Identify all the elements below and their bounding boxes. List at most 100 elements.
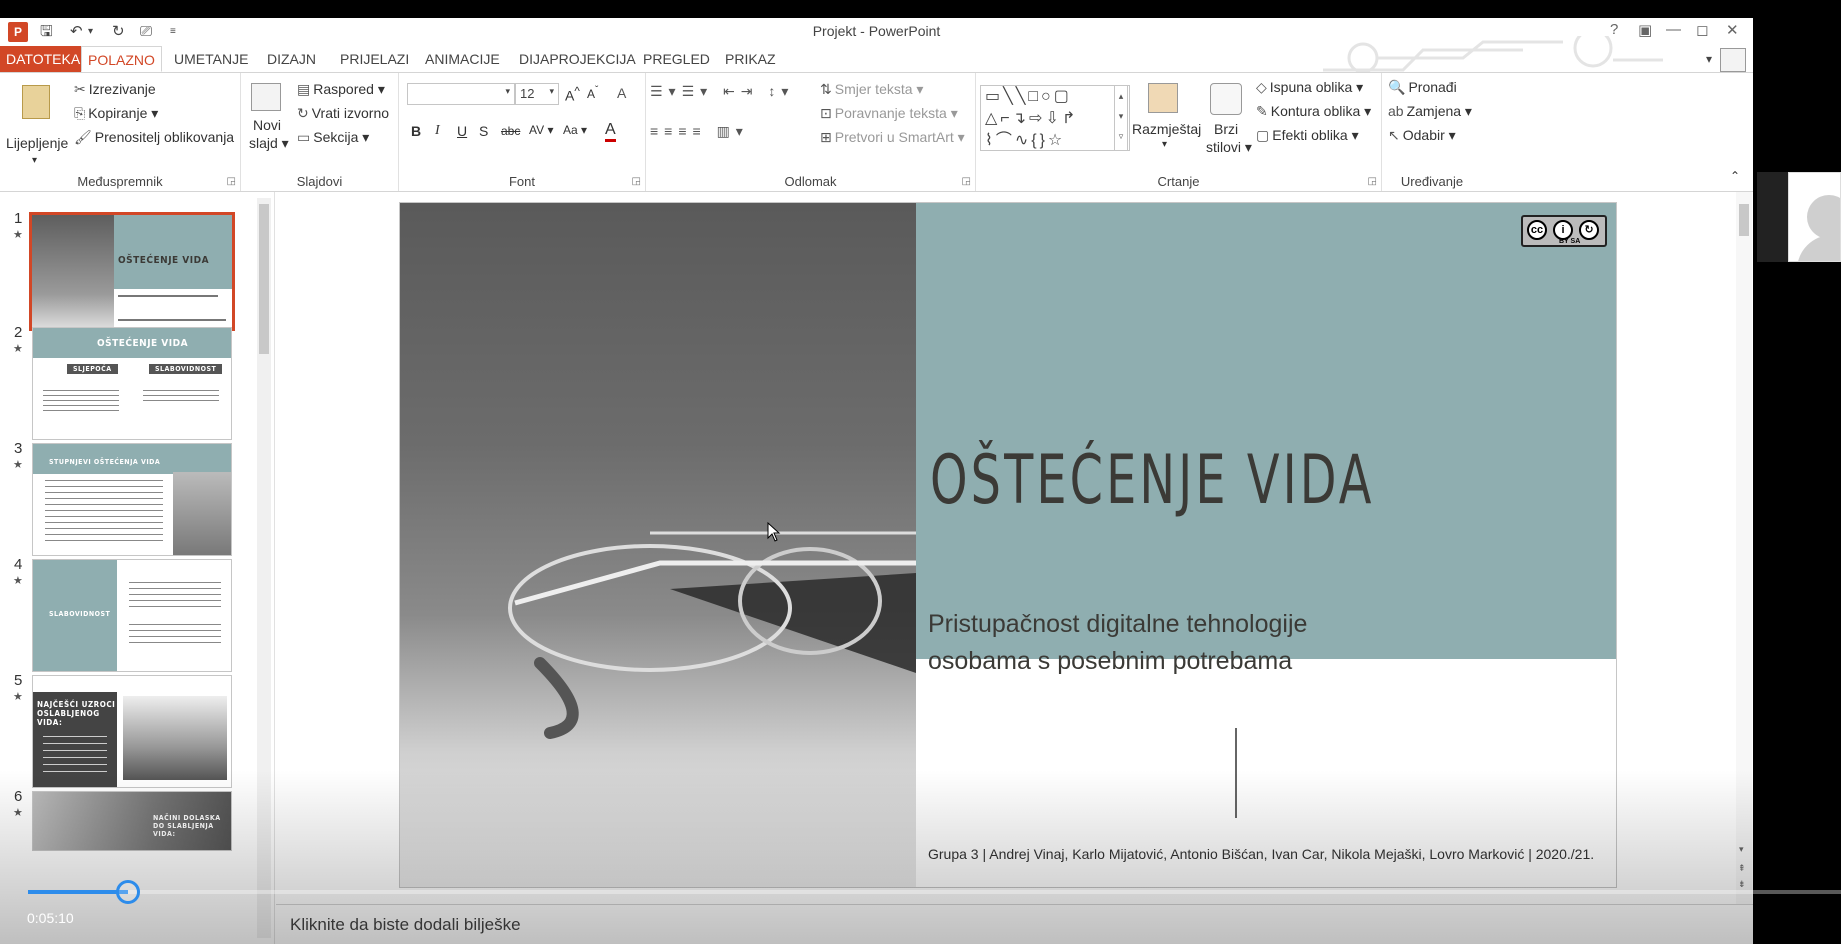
grow-font-button[interactable]: A^ xyxy=(565,85,580,104)
quick-styles-dropdown[interactable]: stilovi ▾ xyxy=(1206,139,1252,156)
shape-outline-button[interactable]: ✎ Kontura oblika ▾ xyxy=(1256,103,1371,120)
tab-transitions[interactable]: PRIJELAZI xyxy=(334,46,415,72)
tab-home[interactable]: POLAZNO xyxy=(81,46,162,72)
account-avatar-icon[interactable] xyxy=(1720,48,1746,72)
layout-button[interactable]: ▤ Raspored ▾ xyxy=(297,81,385,98)
slide-title[interactable]: OŠTEĆENJE VIDA xyxy=(930,441,1374,520)
shape-effects-button[interactable]: ▢ Efekti oblika ▾ xyxy=(1256,127,1359,144)
arrange-button[interactable]: Razmještaj xyxy=(1132,121,1201,137)
minimize-button[interactable]: — xyxy=(1666,21,1681,38)
cut-button[interactable]: ✂ Izrezivanje xyxy=(74,81,156,98)
close-button[interactable]: ✕ xyxy=(1726,21,1739,39)
convert-smartart-button[interactable]: ⊞ Pretvori u SmartArt ▾ xyxy=(820,129,965,146)
thumbnails-scroll-thumb[interactable] xyxy=(259,204,269,354)
format-painter-label: Prenositelj oblikovanja xyxy=(94,129,235,145)
quick-styles-button[interactable]: Brzi xyxy=(1214,121,1238,137)
font-color-button[interactable]: A xyxy=(605,121,616,142)
slide-scrollbar[interactable] xyxy=(1736,192,1752,904)
new-slide-button[interactable]: Novi xyxy=(253,117,281,133)
clipboard-group: Lijepljenje ▾ ✂ Izrezivanje ⎘ Kopiranje ▾ … xyxy=(0,73,241,191)
current-slide[interactable]: cc i ↻ BY SA OŠTEĆENJE VIDA Pristupačnos… xyxy=(399,202,1617,888)
quick-styles-icon[interactable] xyxy=(1210,83,1242,115)
font-name-combo[interactable]: ▾ xyxy=(407,83,515,105)
shadow-button[interactable]: S xyxy=(479,123,488,139)
new-slide-icon[interactable] xyxy=(251,83,281,111)
slide-scroll-thumb[interactable] xyxy=(1739,204,1749,236)
text-direction-button[interactable]: ⇅ Smjer teksta ▾ xyxy=(820,81,923,98)
section-button[interactable]: ▭ Sekcija ▾ xyxy=(297,129,369,146)
account-dropdown-icon[interactable]: ▾ xyxy=(1700,46,1718,72)
cut-label: Izrezivanje xyxy=(88,81,156,97)
clear-formatting-button[interactable]: A xyxy=(617,85,629,101)
paragraph-launcher-icon[interactable]: ◲ xyxy=(962,176,971,187)
animation-star-icon: ★ xyxy=(13,343,23,355)
format-painter-icon: 🖌 xyxy=(74,129,92,145)
select-button[interactable]: ↖ Odabir ▾ xyxy=(1388,127,1456,144)
tab-review[interactable]: PREGLED xyxy=(637,46,716,72)
replace-button[interactable]: ab Zamjena ▾ xyxy=(1388,103,1472,120)
slide-subtitle[interactable]: Pristupačnost digitalne tehnologije osob… xyxy=(928,606,1388,680)
shape-fill-label: Ispuna oblika xyxy=(1269,79,1353,95)
align-text-button[interactable]: ⊡ Poravnanje teksta ▾ xyxy=(820,105,958,122)
slide-thumbnail-2[interactable]: OŠTEĆENJE VIDA SLJEPOĆA SLABOVIDNOST xyxy=(32,327,232,440)
ribbon-tabs: DATOTEKA POLAZNO UMETANJE DIZAJN PRIJELA… xyxy=(0,36,1753,74)
character-spacing-button[interactable]: AV ▾ xyxy=(529,123,553,137)
font-launcher-icon[interactable]: ◲ xyxy=(632,176,641,187)
tab-animations[interactable]: ANIMACIJE xyxy=(419,46,506,72)
reset-button[interactable]: ↻ Vrati izvorno xyxy=(297,105,389,122)
maximize-button[interactable]: ◻ xyxy=(1696,21,1708,39)
editing-group-label: Uređivanje xyxy=(1400,174,1464,189)
shrink-font-button[interactable]: Aˇ xyxy=(587,85,598,101)
shape-fill-button[interactable]: ◇ Ispuna oblika ▾ xyxy=(1256,79,1363,96)
scroll-down-icon[interactable]: ▾ xyxy=(1739,844,1744,855)
character-spacing-label: AV xyxy=(529,123,545,137)
slide-thumbnail-1[interactable]: OŠTEĆENJE VIDA xyxy=(29,212,235,331)
find-label: Pronađi xyxy=(1408,79,1457,95)
tab-view[interactable]: PRIKAZ xyxy=(719,46,782,72)
tab-design[interactable]: DIZAJN xyxy=(261,46,322,72)
find-button[interactable]: 🔍 Pronađi xyxy=(1388,79,1457,96)
tab-file[interactable]: DATOTEKA xyxy=(0,46,87,72)
collapse-ribbon-icon[interactable]: ⌃ xyxy=(1730,169,1740,183)
underline-button[interactable]: U xyxy=(457,123,467,139)
new-slide-dropdown[interactable]: slajd ▾ xyxy=(249,135,289,152)
clipboard-launcher-icon[interactable]: ◲ xyxy=(227,176,236,187)
font-size-combo[interactable]: 12 ▾ xyxy=(515,83,559,105)
by-icon: i xyxy=(1553,220,1573,240)
slide-footer[interactable]: Grupa 3 | Andrej Vinaj, Karlo Mijatović,… xyxy=(928,846,1594,862)
paste-dropdown-icon[interactable]: ▾ xyxy=(32,155,37,166)
font-group: ▾ 12 ▾ A^ Aˇ A B I U S abc AV ▾ Aa ▾ A Fo… xyxy=(399,73,646,191)
shapes-gallery[interactable]: ▭╲╲□○▢ △⌐↴⇨⇩↱ ⌇⌒∿{}☆ xyxy=(980,85,1130,151)
tab-insert[interactable]: UMETANJE xyxy=(168,46,254,72)
shapes-gallery-scroll[interactable]: ▴ ▾ ▿ xyxy=(1114,85,1128,151)
alignment-buttons-icon[interactable]: ≡≡≡≡ ▥▾ xyxy=(650,123,749,140)
ribbon: Lijepljenje ▾ ✂ Izrezivanje ⎘ Kopiranje ▾ … xyxy=(0,72,1753,192)
arrange-icon[interactable] xyxy=(1148,83,1178,113)
tab-slideshow[interactable]: DIJAPROJEKCIJA xyxy=(513,46,642,72)
list-buttons-icon[interactable]: ☰▾☰▾ ⇤⇥ ↕▾ xyxy=(650,83,794,100)
binoculars-icon: 🔍 xyxy=(1388,79,1406,95)
powerpoint-window: P 🖫 ↶ ▾ ↻ ⎚ ≡ Projekt - PowerPoint ? ▣ —… xyxy=(0,18,1753,944)
video-progress-track[interactable] xyxy=(28,890,1841,894)
slide-thumbnail-6[interactable]: NAČINI DOLASKA DO SLABLJENJA VIDA: xyxy=(32,791,232,851)
video-progress-knob[interactable] xyxy=(115,880,140,904)
format-painter-button[interactable]: 🖌 Prenositelj oblikovanja xyxy=(74,129,234,146)
video-time: 0:05:10 xyxy=(27,910,74,926)
paste-button[interactable]: Lijepljenje xyxy=(6,135,68,151)
slide-thumbnail-4[interactable]: SLABOVIDNOST xyxy=(32,559,232,672)
effects-icon: ▢ xyxy=(1256,127,1270,143)
slide-thumbnail-5[interactable]: NAJČEŠĆI UZROCI OSLABLJENOG VIDA: xyxy=(32,675,232,788)
arrange-dropdown-icon[interactable]: ▾ xyxy=(1162,139,1167,150)
subtitle-line-1: Pristupačnost digitalne tehnologije xyxy=(928,610,1308,638)
notes-placeholder[interactable]: Kliknite da biste dodali bilješke xyxy=(290,915,521,935)
drawing-launcher-icon[interactable]: ◲ xyxy=(1368,176,1377,187)
copy-button[interactable]: ⎘ Kopiranje ▾ xyxy=(74,105,158,122)
italic-button[interactable]: I xyxy=(435,123,440,139)
notes-pane[interactable]: Kliknite da biste dodali bilješke xyxy=(276,904,1753,944)
previous-next-slide-icon[interactable]: ⇞ ⇟ xyxy=(1738,860,1746,892)
strikethrough-button[interactable]: abc xyxy=(501,124,520,138)
change-case-button[interactable]: Aa ▾ xyxy=(563,123,587,137)
bold-button[interactable]: B xyxy=(411,123,421,139)
slide-thumbnail-3[interactable]: STUPNJEVI OŠTEĆENJA VIDA xyxy=(32,443,232,556)
paste-icon[interactable] xyxy=(22,85,50,119)
